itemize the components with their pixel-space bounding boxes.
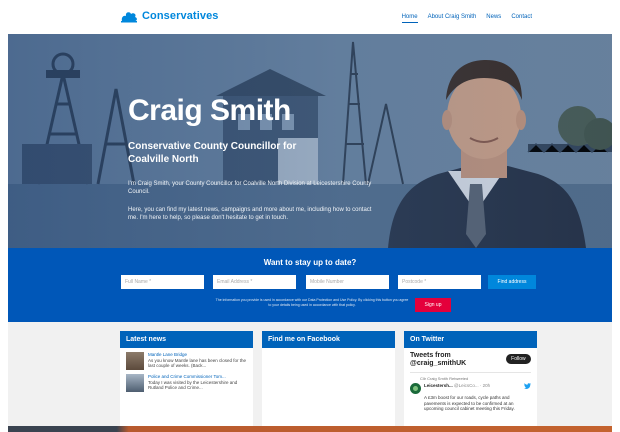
tweet-time[interactable]: 20h [483,383,491,388]
facebook-title[interactable]: Find me on Facebook [262,331,395,348]
brand-name: Conservatives [142,10,219,22]
latest-news-panel: Latest news Mantle Lane Bridge As you kn… [120,331,253,426]
avatar[interactable] [410,383,421,394]
hero-subtitle: Conservative County Councillor for Coalv… [128,141,297,165]
top-navigation: Conservatives Home About Craig Smith New… [0,0,620,34]
twitter-feed-title[interactable]: Tweets from @craig_smithUK [410,352,506,368]
tree-icon [121,12,137,23]
twitter-bird-icon [524,383,531,389]
news-thumbnail [126,352,144,370]
privacy-disclaimer: The information you provide is used in a… [215,298,409,307]
news-item-text: Today I was visited by the Leicestershir… [148,379,238,391]
footer-strip [8,426,612,432]
latest-news-title: Latest news [120,331,253,348]
nav-home[interactable]: Home [401,14,418,23]
news-item-text: As you know Mantle lane has been closed … [148,357,247,369]
email-field[interactable] [213,275,296,289]
subscribe-section: Want to stay up to date? Find address Th… [8,248,612,322]
twitter-title: On Twitter [404,331,537,348]
follow-button[interactable]: Follow [505,354,531,364]
news-thumbnail [126,374,144,392]
find-address-button[interactable]: Find address [488,275,536,289]
hero-body: Here, you can find my latest news, campa… [128,207,372,221]
tweet-text: A £3m boost for our roads, cycle paths a… [424,395,515,411]
main-nav: Home About Craig Smith News Contact [401,14,532,23]
twitter-feed-header: Tweets from @craig_smithUK Follow [404,348,537,368]
hero-title: Craig Smith [128,94,291,127]
news-item[interactable]: Police and Crime Commissioner Tom... Tod… [120,370,253,392]
facebook-panel: Find me on Facebook [262,331,395,426]
hero-intro: I'm Craig Smith, your County Councillor … [128,181,372,195]
tweet-author[interactable]: Leicestersh... [424,383,453,388]
tweet-handle: @LeicsCo... [454,383,479,388]
postcode-field[interactable] [398,275,481,289]
nav-news[interactable]: News [486,14,501,23]
name-field[interactable] [121,275,204,289]
twitter-panel: On Twitter Tweets from @craig_smithUK Fo… [404,331,537,426]
mobile-field[interactable] [306,275,389,289]
news-item[interactable]: Mantle Lane Bridge As you know Mantle la… [120,348,253,370]
signup-button[interactable]: Sign up [415,298,451,312]
tweet-header: Leicestersh... @LeicsCo... · 20h [404,381,537,394]
retweet-label: Cllr Craig Smith Retweeted [420,376,469,381]
brand-logo[interactable]: Conservatives [120,9,219,23]
nav-about[interactable]: About Craig Smith [428,14,477,23]
subscribe-title: Want to stay up to date? [263,258,357,267]
nav-contact[interactable]: Contact [511,14,532,23]
hero-banner: Craig Smith Conservative County Councill… [8,34,612,248]
